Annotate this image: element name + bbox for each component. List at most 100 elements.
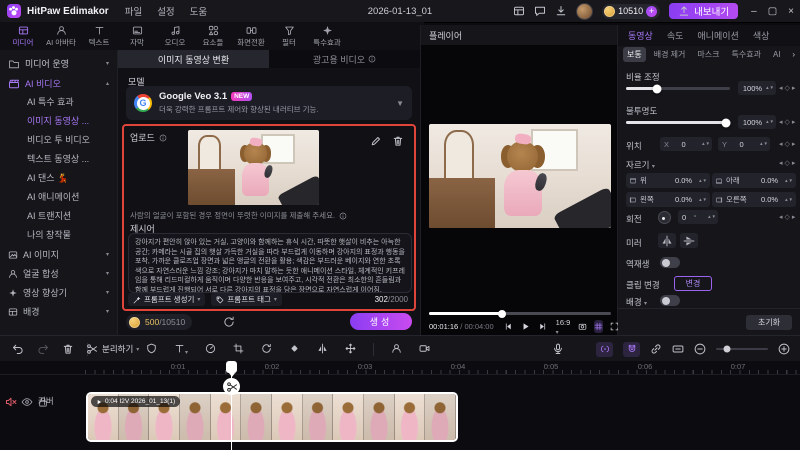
chevron-down-icon[interactable]: ▼	[396, 99, 404, 108]
speed-icon[interactable]	[205, 343, 216, 356]
aspect-ratio-select[interactable]: 16:9 ▾	[556, 318, 571, 336]
playhead-scissors-button[interactable]	[223, 378, 240, 395]
undo-icon[interactable]	[12, 343, 24, 355]
menu-item-0[interactable]: 파일	[125, 7, 142, 18]
transform-icon[interactable]	[345, 343, 356, 356]
download-icon[interactable]	[555, 5, 567, 17]
text-tool-icon[interactable]: ▾	[174, 343, 188, 356]
play-icon[interactable]	[521, 322, 530, 331]
keyframe-controls[interactable]: ◂◇▸	[779, 213, 797, 221]
sidebar-item-3[interactable]: 텍스트 동영상 ...	[0, 150, 117, 169]
ribbon-tab-1[interactable]: AI 아바타	[42, 22, 80, 50]
keyframe-controls[interactable]: ◂◇▸	[779, 159, 797, 167]
minimize-button[interactable]: –	[751, 6, 757, 17]
magnet-icon[interactable]	[623, 341, 640, 357]
add-coins-icon[interactable]: +	[646, 5, 658, 17]
sticker-icon[interactable]	[146, 343, 157, 356]
inspector-tab-1[interactable]: 속도	[667, 29, 684, 42]
export-button[interactable]: 내보내기	[669, 3, 739, 19]
background-toggle[interactable]	[660, 295, 680, 306]
split-button[interactable]: 분리하기 ▾	[86, 336, 139, 362]
layout-icon[interactable]	[513, 5, 525, 17]
model-selector[interactable]: Google Veo 3.1 NEW 더욱 강력한 프롬프트 제어와 향상된 내…	[126, 86, 412, 120]
reset-button[interactable]: 초기화	[746, 315, 792, 330]
menu-item-2[interactable]: 도움	[190, 7, 207, 18]
sidebar-item-5[interactable]: AI 애니메이션	[0, 188, 117, 207]
crop-label[interactable]: 자르기 ▾	[626, 159, 655, 171]
inspector-tab-0[interactable]: 동영상	[628, 29, 653, 42]
link-icon[interactable]	[650, 343, 662, 355]
keyframe-controls[interactable]: ◂◇▸	[779, 84, 797, 92]
ribbon-tab-7[interactable]: 필터	[270, 22, 308, 50]
rotate-value[interactable]: 0 ° ▲▼	[678, 210, 718, 224]
video-preview[interactable]	[429, 124, 611, 228]
close-button[interactable]: ×	[788, 6, 794, 17]
timeline-zoom-slider[interactable]	[716, 348, 768, 350]
sidebar-item-6[interactable]: AI 트랜지션	[0, 207, 117, 226]
ribbon-tab-4[interactable]: 오디오	[156, 22, 194, 50]
inspector-subtab-0[interactable]: 보통	[623, 47, 646, 62]
refresh-icon[interactable]	[223, 316, 235, 328]
uploaded-image[interactable]	[188, 130, 319, 205]
ribbon-tab-3[interactable]: 자막	[118, 22, 156, 50]
avatar[interactable]	[576, 2, 594, 20]
record-icon[interactable]	[419, 343, 430, 356]
maximize-button[interactable]: ▢	[768, 6, 777, 17]
rotate-icon[interactable]	[261, 343, 272, 356]
fit-timeline-icon[interactable]	[672, 343, 684, 355]
reverse-toggle[interactable]	[660, 257, 680, 268]
crop-0-field[interactable]: 위 0.0% ▲▼	[626, 173, 710, 188]
sidebar-group-1[interactable]: 얼굴 합성 ▾	[0, 264, 117, 283]
sidebar-group-3[interactable]: 배경 ▾	[0, 302, 117, 321]
rotate-dial[interactable]	[658, 211, 671, 224]
subtab-scroll-icon[interactable]: ›	[792, 50, 795, 59]
snapshot-icon[interactable]	[578, 322, 587, 331]
tab-image-to-video[interactable]: 이미지 동영상 변환	[118, 50, 269, 68]
prev-frame-icon[interactable]	[504, 322, 513, 331]
sidebar-group-2[interactable]: 영상 향상기 ▾	[0, 283, 117, 302]
sidebar-item-7[interactable]: 나의 창작물	[0, 226, 117, 245]
inspector-subtab-1[interactable]: 배경 제거	[650, 47, 690, 62]
seek-bar[interactable]	[429, 309, 611, 318]
hide-track-icon[interactable]	[21, 396, 33, 408]
feedback-icon[interactable]	[534, 5, 546, 17]
prompt-generator-button[interactable]: 프롬프트 생성기 ▾	[128, 293, 206, 306]
tab-ad-video[interactable]: 광고용 비디오	[269, 50, 420, 68]
timeline-ruler[interactable]: 0:01 0:02 0:03 0:04 0:05 0:06 0:07	[0, 361, 800, 375]
sidebar-item-2[interactable]: 비디오 투 비디오	[0, 131, 117, 150]
prompt-tag-button[interactable]: 프롬프트 태그 ▾	[211, 293, 282, 306]
change-clip-button[interactable]: 변경	[674, 276, 712, 291]
zoom-in-icon[interactable]	[778, 343, 790, 355]
ripple-edit-icon[interactable]	[596, 341, 613, 357]
next-frame-icon[interactable]	[538, 322, 547, 331]
scale-value[interactable]: 100% ▲▼	[738, 81, 776, 95]
sidebar-item-0[interactable]: AI 특수 효과	[0, 93, 117, 112]
mirror-horizontal-button[interactable]	[658, 233, 676, 248]
crop-1-field[interactable]: 아래 0.0% ▲▼	[712, 173, 796, 188]
menu-item-1[interactable]: 설정	[157, 7, 174, 18]
mute-track-icon[interactable]	[5, 396, 17, 408]
keyframe-controls[interactable]: ◂◇▸	[779, 118, 797, 126]
mirror-icon[interactable]	[317, 343, 328, 356]
background-label[interactable]: 배경 ▾	[626, 296, 647, 308]
generate-button[interactable]: 생성	[350, 313, 412, 330]
edit-image-icon[interactable]	[370, 135, 382, 147]
delete-icon[interactable]	[62, 343, 74, 355]
crop-2-field[interactable]: 왼쪽 0.0% ▲▼	[626, 192, 710, 207]
cover-button[interactable]: 커버	[38, 395, 54, 407]
ribbon-tab-5[interactable]: 요소들	[194, 22, 232, 50]
position-y-field[interactable]: Y 0 ▲▼	[718, 137, 770, 151]
sidebar-group-0[interactable]: AI 이미지 ▾	[0, 245, 117, 264]
playhead-handle[interactable]	[226, 361, 237, 377]
position-x-field[interactable]: X 0 ▲▼	[660, 137, 712, 151]
crop-3-field[interactable]: 오른쪽 0.0% ▲▼	[712, 192, 796, 207]
coin-balance[interactable]: 10510 +	[602, 3, 661, 19]
scale-slider[interactable]	[626, 84, 730, 93]
sidebar-group-ai-video[interactable]: AI 비디오 ▴	[0, 74, 117, 93]
crop-icon[interactable]	[233, 343, 244, 356]
ribbon-tab-6[interactable]: 화면전환	[232, 22, 270, 50]
delete-image-icon[interactable]	[392, 135, 404, 147]
keyframe-icon[interactable]	[289, 343, 300, 356]
keyframe-controls[interactable]: ◂◇▸	[779, 140, 797, 148]
opacity-slider[interactable]	[626, 118, 731, 127]
